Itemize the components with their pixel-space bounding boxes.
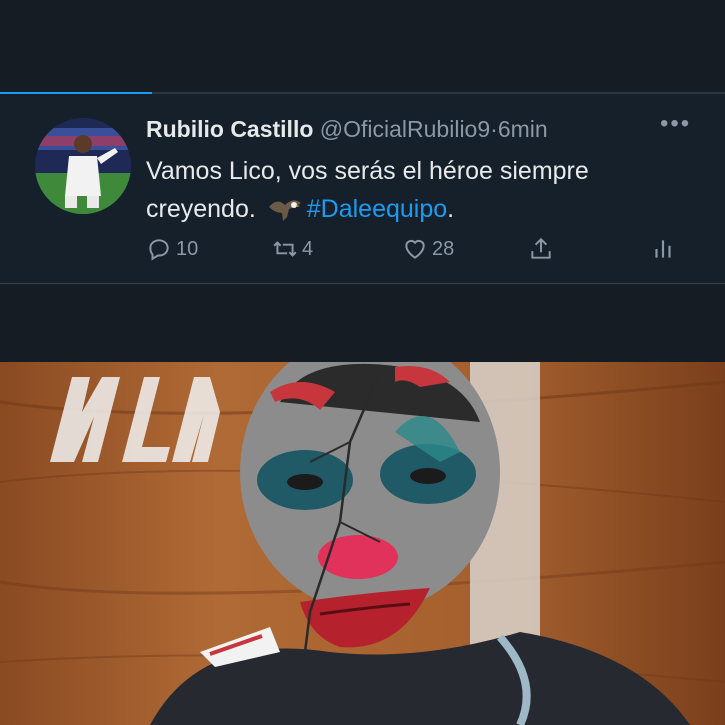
tweet-header: Rubilio Castillo @OficialRubilio9·6min xyxy=(146,114,548,144)
attached-photo[interactable] xyxy=(0,362,725,725)
share-icon xyxy=(531,237,551,259)
hashtag-link[interactable]: #Daleequipo xyxy=(307,195,447,223)
like-count: 28 xyxy=(432,237,455,260)
retweet-icon xyxy=(273,241,297,257)
tweet-card[interactable]: Rubilio Castillo @OficialRubilio9·6min •… xyxy=(0,94,725,284)
author-name[interactable]: Rubilio Castillo xyxy=(146,116,313,142)
mln-watermark-logo xyxy=(50,377,220,462)
like-button[interactable]: 28 xyxy=(402,236,454,262)
more-icon[interactable]: ••• xyxy=(660,110,691,138)
reply-button[interactable]: 10 xyxy=(146,236,198,262)
reply-count: 10 xyxy=(176,237,199,260)
lower-dark-band xyxy=(0,284,725,362)
separator-dot: · xyxy=(490,116,498,142)
eagle-icon xyxy=(267,195,303,223)
tweet-text: Vamos Lico, vos serás el héroe siempre c… xyxy=(146,152,686,228)
retweet-button[interactable]: 4 xyxy=(272,236,313,262)
tweet-text-end: . xyxy=(447,195,455,223)
analytics-button[interactable] xyxy=(650,236,680,262)
top-dark-band xyxy=(0,0,725,93)
tweet-timestamp[interactable]: 6min xyxy=(498,116,548,142)
reply-icon xyxy=(149,239,169,261)
analytics-icon xyxy=(655,240,671,258)
share-button[interactable] xyxy=(528,236,558,262)
like-icon xyxy=(405,239,425,259)
avatar[interactable] xyxy=(35,118,131,214)
author-handle[interactable]: @OficialRubilio9 xyxy=(320,116,490,142)
retweet-count: 4 xyxy=(302,237,314,260)
tweet-actions: 10 4 28 xyxy=(146,236,686,268)
